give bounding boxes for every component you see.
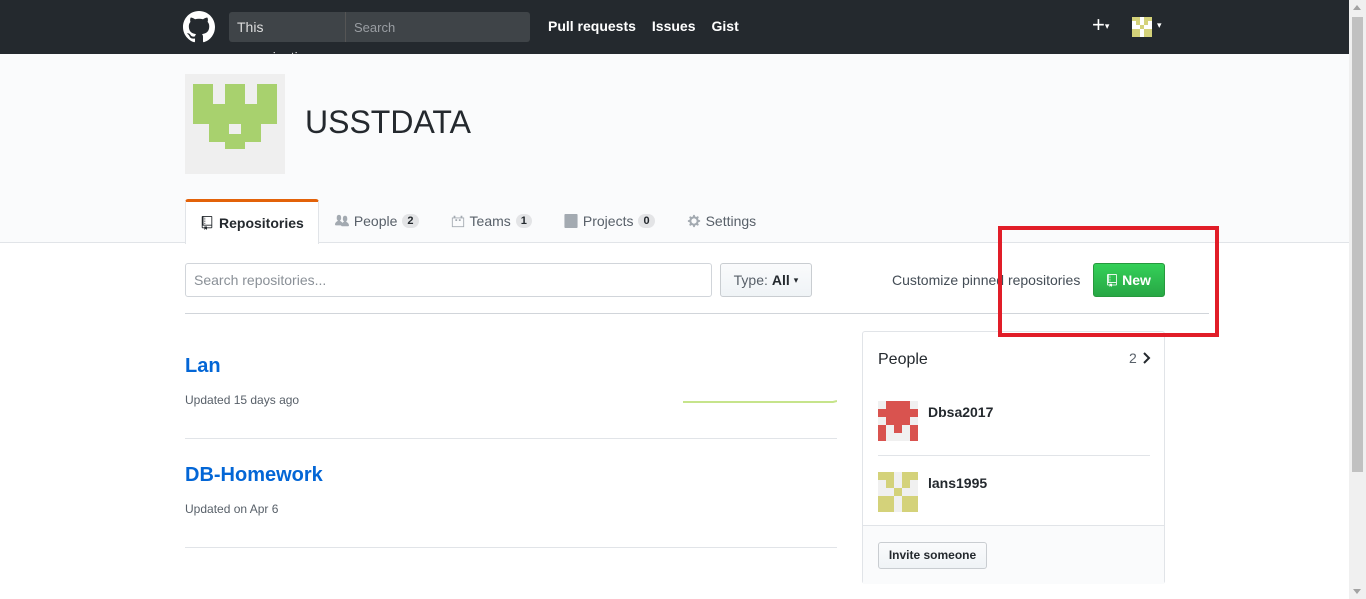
type-filter-dropdown[interactable]: Type: All ▾ (720, 263, 812, 297)
repo-name-link[interactable]: Lan (185, 355, 221, 378)
plus-icon: + (1092, 12, 1105, 37)
chevron-down-icon: ▾ (793, 274, 799, 285)
tab-people[interactable]: People 2 (319, 199, 435, 243)
highlight-box (998, 226, 1219, 337)
projects-counter: 0 (638, 214, 655, 228)
type-label: Type: (733, 272, 768, 288)
invite-someone-button[interactable]: Invite someone (878, 542, 987, 569)
people-box: People 2 Dbsa2017 lans1995 Invite someon… (862, 331, 1165, 584)
scroll-up-icon[interactable] (1353, 5, 1361, 10)
repo-search-input[interactable] (185, 263, 712, 297)
chevron-down-icon: ▾ (1104, 21, 1110, 32)
people-box-footer: Invite someone (863, 525, 1164, 584)
nav-pull-requests[interactable]: Pull requests (548, 18, 636, 34)
tab-label: Teams (469, 213, 511, 229)
header-search-input[interactable] (346, 12, 530, 42)
nav-issues[interactable]: Issues (652, 18, 696, 34)
tab-label: Repositories (219, 215, 304, 231)
repo-updated: Updated on Apr 6 (185, 502, 279, 516)
teams-counter: 1 (515, 214, 532, 228)
member-login[interactable]: lans1995 (928, 475, 987, 491)
member-login[interactable]: Dbsa2017 (928, 404, 993, 420)
org-name: USSTDATA (305, 104, 471, 140)
gear-icon (687, 214, 700, 228)
activity-sparkline (683, 400, 837, 403)
repo-updated: Updated 15 days ago (185, 393, 300, 407)
repo-list-item: Lan Updated 15 days ago (185, 330, 837, 439)
scroll-down-icon[interactable] (1353, 589, 1361, 594)
avatar[interactable] (878, 401, 918, 441)
member-item: Dbsa2017 (878, 401, 1150, 471)
chevron-down-icon[interactable]: ▾ (1157, 20, 1162, 31)
chevron-right-icon[interactable] (1141, 351, 1151, 365)
create-new-dropdown[interactable]: +▾ (1092, 13, 1109, 38)
people-count-link[interactable]: 2 (1129, 350, 1137, 366)
type-value: All (771, 272, 790, 288)
scrollbar-thumb[interactable] (1352, 17, 1363, 472)
user-avatar[interactable] (1132, 17, 1152, 37)
org-avatar (185, 74, 285, 174)
tab-label: Settings (705, 213, 757, 229)
tab-repositories[interactable]: Repositories (185, 199, 319, 244)
people-box-title: People (878, 351, 928, 368)
tab-label: People (353, 213, 398, 229)
member-divider (878, 455, 1150, 456)
header-nav: Pull requests Issues Gist (548, 18, 739, 34)
search-scope-label: This organization (229, 12, 346, 65)
people-counter: 2 (402, 214, 419, 228)
repo-name-link[interactable]: DB-Homework (185, 464, 323, 487)
teams-icon (451, 215, 464, 228)
github-logo-icon[interactable] (182, 11, 216, 43)
repo-list-item: DB-Homework Updated on Apr 6 (185, 439, 837, 548)
org-tabs: Repositories People 2 Teams 1 Projects 0… (185, 199, 772, 244)
tab-projects[interactable]: Projects 0 (548, 199, 671, 243)
nav-gist[interactable]: Gist (712, 18, 739, 34)
tab-label: Projects (582, 213, 634, 229)
projects-icon (564, 214, 578, 228)
repo-icon (201, 216, 213, 230)
header-search: This organization (229, 12, 530, 65)
avatar[interactable] (878, 472, 918, 512)
tab-teams[interactable]: Teams 1 (435, 199, 548, 243)
tab-settings[interactable]: Settings (671, 199, 773, 243)
people-icon (334, 214, 349, 227)
org-header: USSTDATA Repositories People 2 Teams 1 P… (0, 54, 1349, 244)
global-header: This organization Pull requests Issues G… (0, 0, 1349, 65)
